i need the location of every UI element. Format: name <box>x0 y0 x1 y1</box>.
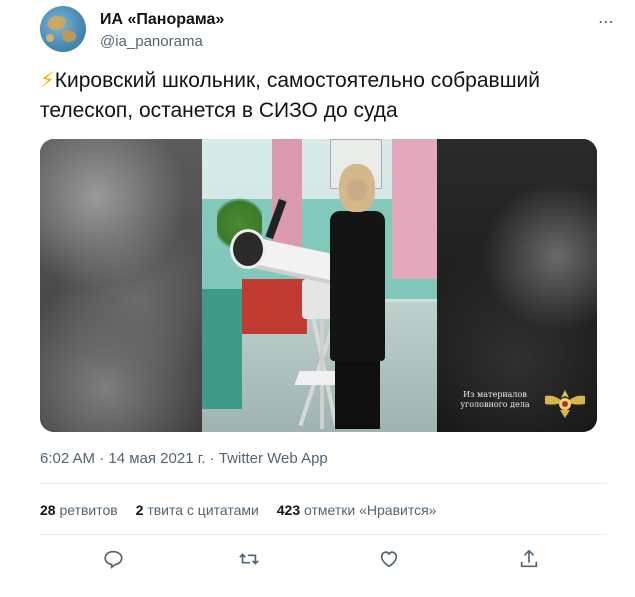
quotes-label: твита с цитатами <box>147 502 259 518</box>
likes-label: отметки «Нравится» <box>304 502 437 518</box>
reply-icon <box>104 550 123 569</box>
like-button[interactable] <box>378 548 404 574</box>
reply-button[interactable] <box>102 548 128 574</box>
retweets-label: ретвитов <box>59 502 118 518</box>
media-watermark: Из материалов уголовного дела <box>455 390 535 410</box>
watermark-line2: уголовного дела <box>460 400 530 409</box>
lightning-icon: ⚡ <box>40 69 55 92</box>
likes-count: 423 <box>276 502 301 518</box>
share-button[interactable] <box>518 548 544 574</box>
more-options-icon[interactable]: ⋯ <box>598 12 615 32</box>
police-emblem-icon <box>545 390 585 418</box>
retweets-stat[interactable]: 28 ретвитов <box>40 502 118 518</box>
avatar[interactable] <box>40 6 86 52</box>
like-icon <box>380 551 398 568</box>
photo-classroom <box>202 139 437 432</box>
quotes-count: 2 <box>135 502 144 518</box>
tweet-stats: 28 ретвитов 2 твита с цитатами 423 отмет… <box>40 502 450 518</box>
retweet-icon <box>239 553 259 565</box>
likes-stat[interactable]: 423 отметки «Нравится» <box>277 502 437 518</box>
blurred-background-left <box>40 139 202 432</box>
tweet-timestamp[interactable]: 6:02 AM · 14 мая 2021 г. · Twitter Web A… <box>40 450 328 467</box>
watermark-line1: Из материалов <box>463 390 527 399</box>
tweet-text: ⚡Кировский школьник, самостоятельно собр… <box>40 66 610 126</box>
share-icon <box>520 549 538 568</box>
retweet-button[interactable] <box>238 548 264 574</box>
tweet-actions <box>40 546 607 576</box>
retweets-count: 28 <box>40 502 56 518</box>
divider <box>40 483 607 484</box>
user-handle[interactable]: @ia_panorama <box>100 33 203 50</box>
tweet-body: Кировский школьник, самостоятельно собра… <box>40 69 541 122</box>
display-name[interactable]: ИА «Панорама» <box>100 11 224 29</box>
tweet-header: ИА «Панорама» @ia_panorama ⋯ <box>40 6 615 56</box>
tweet-media-image[interactable]: Из материалов уголовного дела <box>40 139 597 432</box>
quotes-stat[interactable]: 2 твита с цитатами <box>136 502 259 518</box>
person <box>330 211 385 361</box>
divider <box>40 534 607 535</box>
blurred-face <box>347 179 367 201</box>
